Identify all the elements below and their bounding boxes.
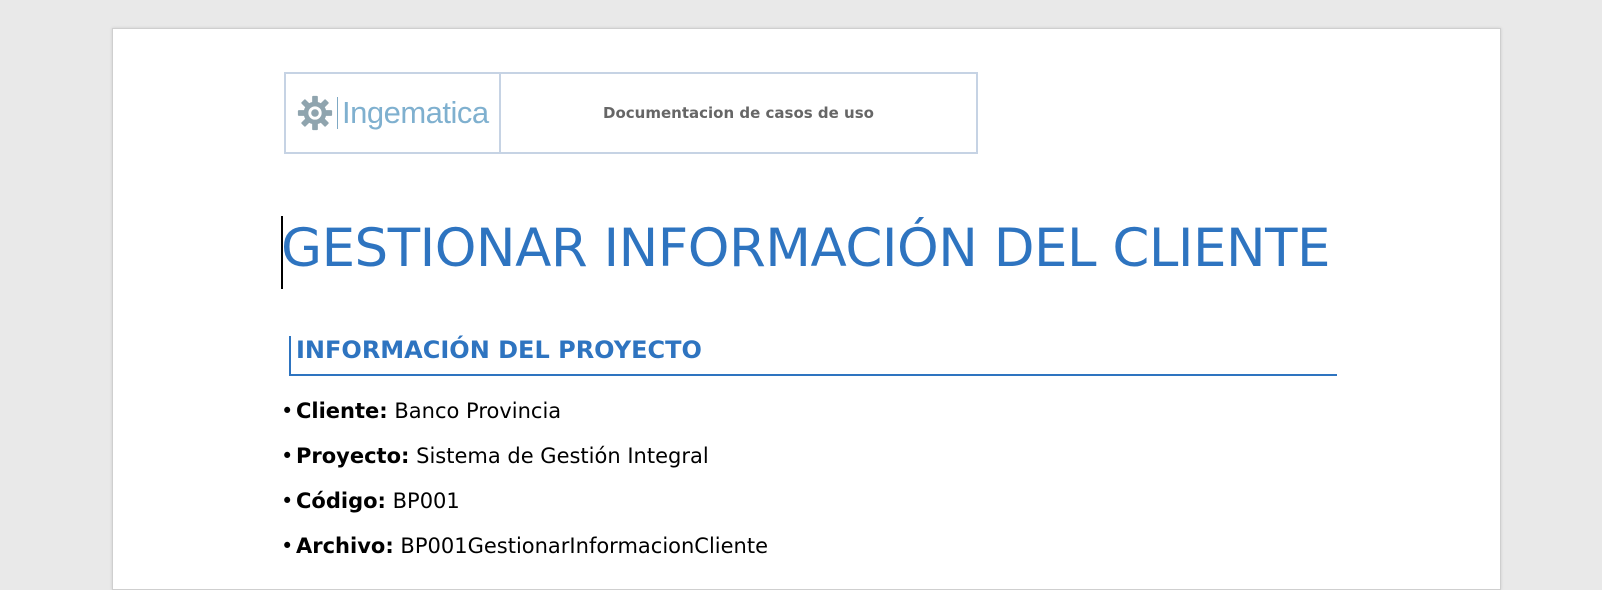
logo-text: Ingematica xyxy=(342,95,489,130)
info-label: Archivo: xyxy=(296,534,394,558)
info-value: BP001 xyxy=(392,489,460,513)
bullet: • xyxy=(281,399,294,423)
info-label: Proyecto: xyxy=(296,444,410,468)
bullet: • xyxy=(281,444,294,468)
logo-divider xyxy=(337,97,338,129)
list-item[interactable]: • Cliente: Banco Provincia xyxy=(281,399,768,444)
info-label: Cliente: xyxy=(296,399,388,423)
list-item[interactable]: • Código: BP001 xyxy=(281,489,768,534)
project-info-list: • Cliente: Banco Provincia • Proyecto: Sis… xyxy=(281,399,768,579)
document-title[interactable]: GESTIONAR INFORMACIÓN DEL CLIENTE xyxy=(281,218,1331,279)
gear-icon xyxy=(297,95,333,131)
list-item[interactable]: • Proyecto: Sistema de Gestión Integral xyxy=(281,444,768,489)
info-value: Banco Provincia xyxy=(394,399,562,423)
info-label: Código: xyxy=(296,489,386,513)
document-page: Ingematica Documentacion de casos de uso… xyxy=(112,28,1501,590)
section-heading-box: INFORMACIÓN DEL PROYECTO xyxy=(289,336,1337,376)
company-logo: Ingematica xyxy=(286,74,501,152)
bullet: • xyxy=(281,534,294,558)
list-item[interactable]: • Archivo: BP001GestionarInformacionClien… xyxy=(281,534,768,579)
document-type-label: Documentacion de casos de uso xyxy=(603,104,874,122)
bullet: • xyxy=(281,489,294,513)
info-value: BP001GestionarInformacionCliente xyxy=(400,534,769,558)
info-value: Sistema de Gestión Integral xyxy=(416,444,709,468)
section-heading[interactable]: INFORMACIÓN DEL PROYECTO xyxy=(296,336,702,364)
document-header-table: Ingematica Documentacion de casos de uso xyxy=(284,72,978,154)
